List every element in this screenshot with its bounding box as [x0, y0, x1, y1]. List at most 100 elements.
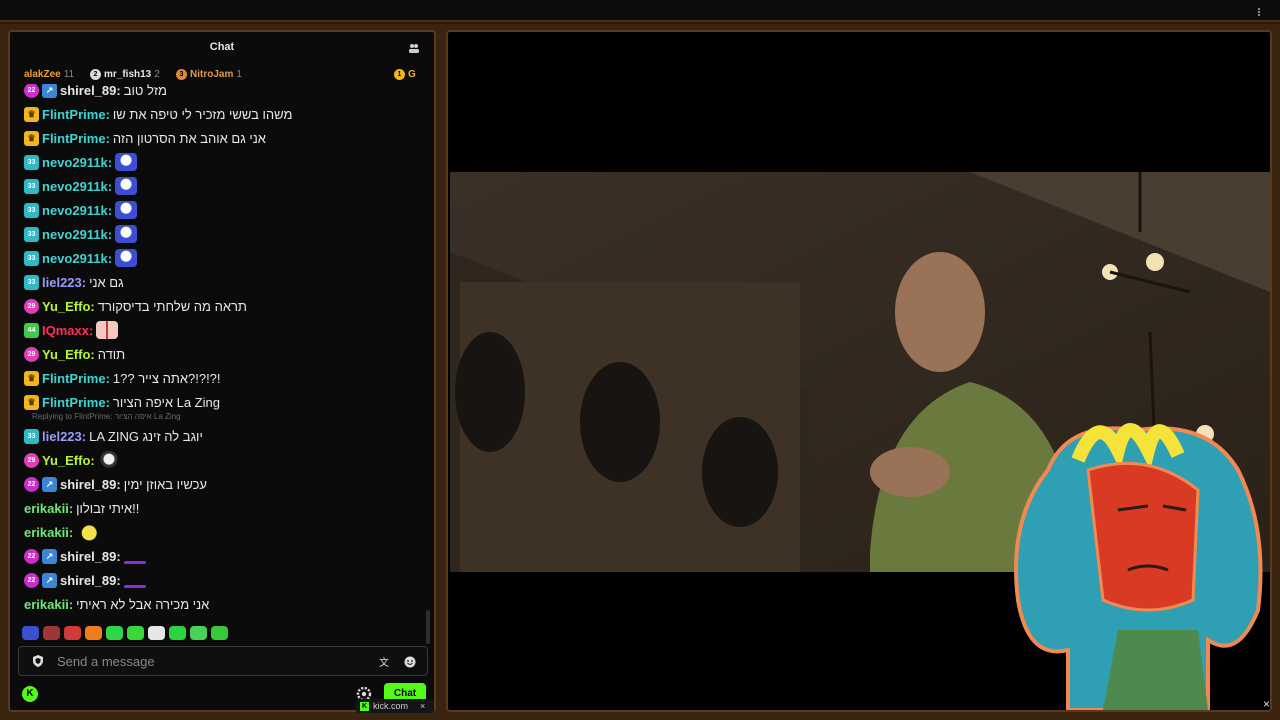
emote-icon[interactable]	[43, 626, 60, 640]
username[interactable]: Yu_Effo:	[42, 453, 95, 468]
message-text: משהו בששי מזכיר לי טיפה את שו	[112, 106, 293, 122]
subscriber-badge-icon: 44	[24, 322, 39, 338]
close-icon[interactable]: ×	[420, 701, 425, 711]
subscriber-badge-icon: 22	[24, 548, 39, 564]
message-text: איתי זבולון!!	[76, 500, 140, 516]
emote-icon	[76, 523, 99, 541]
kick-site-label: kick.com	[373, 701, 409, 711]
username[interactable]: liel223:	[42, 429, 86, 444]
chat-message: ♛ FlintPrime: אני גם אוהב את הסרטון הזה	[24, 128, 266, 148]
username[interactable]: liel223:	[42, 275, 86, 290]
kick-logo-icon: K	[360, 701, 369, 711]
username[interactable]: shirel_89:	[60, 84, 121, 98]
emote-icon[interactable]	[85, 626, 102, 640]
chat-message: 22 ↗ shirel_89:	[24, 546, 146, 566]
emote-icon[interactable]	[22, 626, 39, 640]
message-text: עכשיו באוזן ימין	[123, 476, 207, 492]
chat-message: 29 Yu_Effo: תראה מה שלחתי בדיסקורד	[24, 296, 247, 316]
emote-icon[interactable]	[148, 626, 165, 640]
username[interactable]: FlintPrime:	[42, 395, 110, 410]
subscriber-badge-icon: 22	[24, 572, 39, 588]
username[interactable]: shirel_89:	[60, 573, 121, 588]
emote-icon	[97, 451, 120, 469]
chat-message: erikakii:	[24, 522, 99, 542]
reply-note[interactable]: Replying to FlintPrime: איפה הציור La Zi…	[32, 412, 181, 421]
message-text: תודה	[97, 346, 126, 362]
crown-badge-icon: ♛	[24, 106, 39, 122]
more-options-icon[interactable]	[1258, 8, 1266, 16]
chat-message: erikakii: אני מכירה אבל לא ראיתי	[24, 594, 209, 614]
username[interactable]: nevo2911k:	[42, 155, 112, 170]
subscriber-badge-icon: 22	[24, 476, 39, 492]
shield-icon[interactable]	[31, 654, 45, 668]
emote-icon[interactable]	[106, 626, 123, 640]
chat-message: 33 liel223: LA ZING יוגב לה זינג	[24, 426, 203, 446]
username[interactable]: nevo2911k:	[42, 203, 112, 218]
translate-icon[interactable]: 文	[379, 655, 393, 669]
gift-leaderboard[interactable]: alakZee 11 2 mr_fish13 2 3 NitroJam 1 1 …	[10, 62, 434, 86]
username[interactable]: shirel_89:	[60, 477, 121, 492]
kick-watermark[interactable]: K kick.com ×	[356, 699, 434, 713]
chat-scrollbar[interactable]	[426, 610, 430, 644]
emote-icon	[115, 225, 138, 243]
crown-badge-icon: ♛	[24, 130, 39, 146]
username[interactable]: shirel_89:	[60, 549, 121, 564]
username[interactable]: Yu_Effo:	[42, 347, 95, 362]
chat-message: 22 ↗ shirel_89: עכשיו באוזן ימין	[24, 474, 207, 494]
username[interactable]: erikakii:	[24, 597, 73, 612]
leaderboard-entry: 1 G	[394, 69, 416, 80]
arrow-badge-icon: ↗	[42, 476, 57, 492]
subscriber-badge-icon: 33	[24, 274, 39, 290]
leaderboard-entry: 3 NitroJam 1	[176, 69, 242, 80]
emote-icon[interactable]	[127, 626, 144, 640]
username[interactable]: erikakii:	[24, 525, 73, 540]
chat-message: 33 nevo2911k:	[24, 200, 138, 220]
video-player[interactable]	[446, 30, 1272, 712]
message-text: LA ZING יוגב לה זינג	[89, 428, 203, 444]
emote-icon	[115, 201, 138, 219]
users-icon[interactable]	[408, 42, 420, 54]
emote-icon[interactable]	[64, 626, 81, 640]
subscriber-badge-icon: 33	[24, 202, 39, 218]
chat-message: 33 nevo2911k:	[24, 248, 138, 268]
emote-icon[interactable]	[190, 626, 207, 640]
message-text: תראה מה שלחתי בדיסקורד	[97, 298, 247, 314]
username[interactable]: Yu_Effo:	[42, 299, 95, 314]
emote-icon	[96, 321, 119, 339]
username[interactable]: nevo2911k:	[42, 179, 112, 194]
username[interactable]: FlintPrime:	[42, 371, 110, 386]
emoji-icon[interactable]	[403, 655, 417, 669]
close-icon[interactable]: ×	[1263, 697, 1270, 711]
chat-message: ♛ FlintPrime: אתה צייר ??1?!?!?!	[24, 368, 221, 388]
subscriber-badge-icon: 22	[24, 84, 39, 98]
message-text: אני מכירה אבל לא ראיתי	[76, 596, 210, 612]
chat-message: ♛ FlintPrime: איפה הציור La Zing	[24, 392, 220, 412]
chat-message: 33 nevo2911k:	[24, 224, 138, 244]
chat-message: 44 IQmaxx:	[24, 320, 119, 340]
kick-logo-icon[interactable]: K	[22, 686, 38, 702]
username[interactable]: IQmaxx:	[42, 323, 93, 338]
emote-icon	[123, 560, 146, 564]
arrow-badge-icon: ↗	[42, 548, 57, 564]
message-text: איפה הציור La Zing	[112, 394, 220, 410]
emote-quick-bar	[22, 626, 228, 640]
username[interactable]: nevo2911k:	[42, 251, 112, 266]
chat-message: 33 nevo2911k:	[24, 152, 138, 172]
leaderboard-entry: 2 mr_fish13 2	[90, 69, 160, 80]
emote-icon[interactable]	[169, 626, 186, 640]
chat-message: 22 ↗ shirel_89: מזל טוב	[24, 84, 167, 100]
chat-message: 22 ↗ shirel_89:	[24, 570, 146, 590]
top-bar	[0, 0, 1280, 22]
subscriber-badge-icon: 29	[24, 452, 39, 468]
message-text: אני גם אוהב את הסרטון הזה	[112, 130, 266, 146]
username[interactable]: FlintPrime:	[42, 131, 110, 146]
chat-panel: Chat alakZee 11 2 mr_fish13 2 3 NitroJam…	[8, 30, 436, 712]
message-input[interactable]	[57, 653, 357, 669]
message-text: אתה צייר ??1?!?!?!	[112, 370, 221, 386]
username[interactable]: FlintPrime:	[42, 107, 110, 122]
emote-icon[interactable]	[211, 626, 228, 640]
chat-message: 33 nevo2911k:	[24, 176, 138, 196]
username[interactable]: nevo2911k:	[42, 227, 112, 242]
username[interactable]: erikakii:	[24, 501, 73, 516]
message-text: גם אני	[89, 274, 124, 290]
